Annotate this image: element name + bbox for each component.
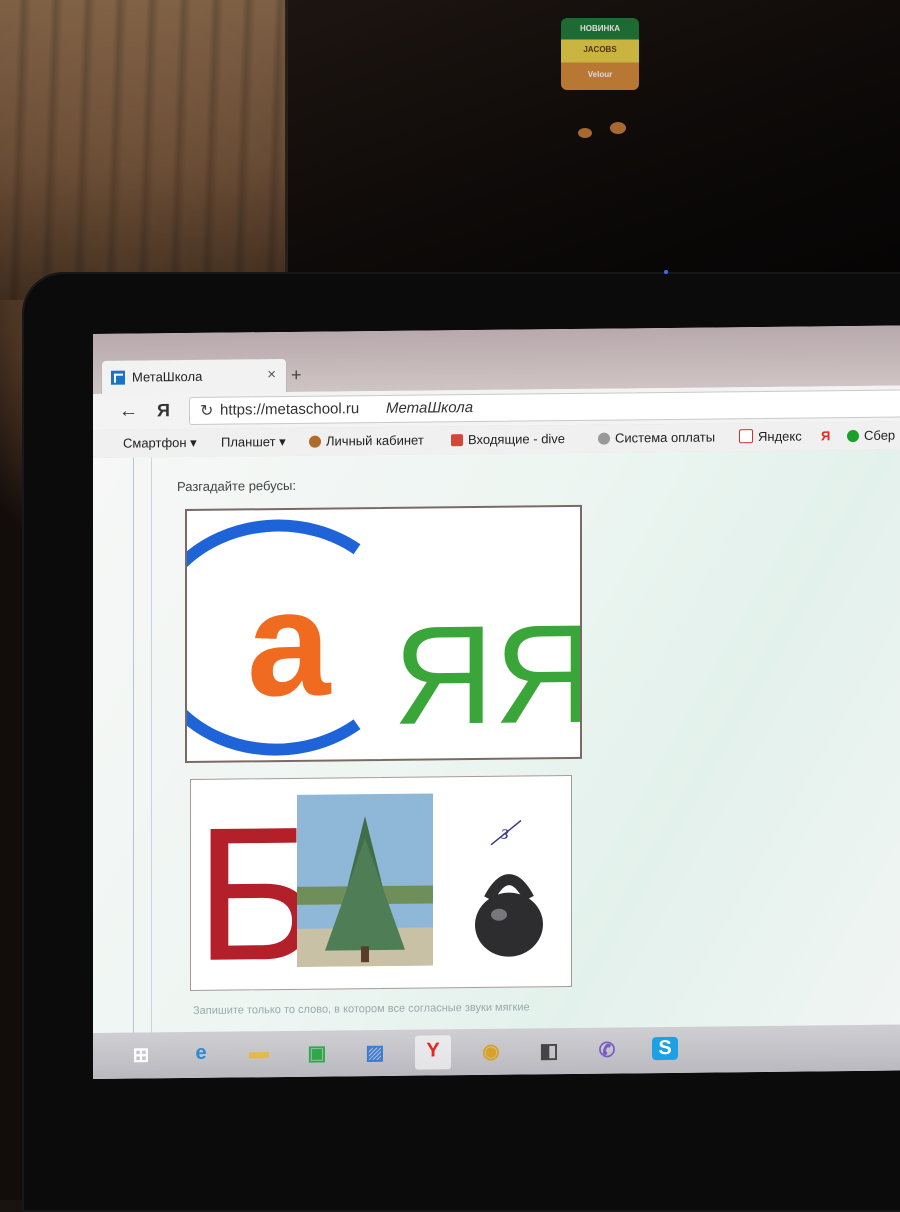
new-tab-button[interactable]: + xyxy=(291,365,302,386)
taskbar-skype[interactable]: S xyxy=(647,1033,683,1067)
taskbar-app[interactable]: ◧ xyxy=(531,1034,567,1068)
webcam-led xyxy=(664,270,668,274)
task-note: Запишите только то слово, в котором все … xyxy=(193,1001,530,1017)
tab-title: МетаШкола xyxy=(132,368,203,385)
store-icon: ▣ xyxy=(307,1042,327,1065)
url-page-title: МетаШкола xyxy=(386,399,474,417)
bookmark-smartphone[interactable]: Смартфон ▾ xyxy=(123,435,197,452)
light-glint xyxy=(578,128,592,138)
taskbar-yandex-browser[interactable]: Y xyxy=(415,1035,451,1070)
bookmark-sber[interactable]: Сбер xyxy=(847,428,895,444)
coffee-jar-label: НОВИНКА JACOBS Velour xyxy=(561,18,639,90)
bookmark-tablet[interactable]: Планшет ▾ xyxy=(221,434,286,451)
yandex-button[interactable]: Я xyxy=(157,400,170,421)
yandex-letter-icon[interactable]: Я xyxy=(821,428,830,443)
laptop-screen: МетаШкола × + ← Я ↻ https://metaschool.r… xyxy=(93,325,900,1079)
bookmark-personal-account[interactable]: Личный кабинет xyxy=(309,433,424,449)
skype-icon: S xyxy=(652,1036,678,1061)
taskbar-store[interactable]: ▣ xyxy=(299,1036,335,1070)
bookmark-label: Входящие - dive xyxy=(468,431,566,448)
light-glint xyxy=(610,122,626,134)
browser-tab[interactable]: МетаШкола × xyxy=(101,357,287,395)
crossed-letter-z: з xyxy=(500,822,509,844)
bookmark-label: Яндекс xyxy=(758,428,802,445)
metaschool-favicon-icon xyxy=(111,370,125,385)
page-margin-line xyxy=(151,457,152,1033)
task-instruction: Разгадайте ребусы: xyxy=(177,477,296,495)
gmail-icon xyxy=(451,434,463,447)
windows-taskbar: ⊞ e ▬ ▣ ▨ Y ◉ ◧ ✆ S xyxy=(93,1024,900,1079)
jar-label-line: JACOBS xyxy=(583,45,617,54)
reload-icon[interactable]: ↻ xyxy=(200,401,213,421)
bookmark-label: Сбер xyxy=(864,427,896,443)
bulb-icon xyxy=(598,432,610,445)
taskbar-photos[interactable]: ▨ xyxy=(357,1036,393,1070)
tab-close-icon[interactable]: × xyxy=(267,366,276,383)
bookmark-yandex[interactable]: Яндекс xyxy=(739,429,802,445)
address-field[interactable]: ↻ https://metaschool.ru МетаШкола xyxy=(189,389,900,425)
bookmark-label: Личный кабинет xyxy=(326,432,424,449)
bookmark-inbox[interactable]: Входящие - dive xyxy=(451,431,565,447)
page-content: Разгадайте ребусы: а ЯЯЯ Б Запишите толь… xyxy=(93,449,900,1033)
app-icon: ◧ xyxy=(539,1040,559,1063)
start-icon: ⊞ xyxy=(132,1044,150,1067)
tail-letters-ya: ЯЯЯ xyxy=(393,594,580,754)
taskbar-ie[interactable]: e xyxy=(183,1038,219,1072)
spruce-tree-image xyxy=(297,793,433,967)
inner-letter-a: а xyxy=(247,559,332,728)
jar-label-line: НОВИНКА xyxy=(580,24,620,33)
pin-icon xyxy=(309,435,321,448)
explorer-icon: ▬ xyxy=(249,1041,269,1064)
jar-label-line: Velour xyxy=(587,70,613,79)
sber-icon xyxy=(847,429,859,443)
rebus-image-1: а ЯЯЯ xyxy=(185,504,582,764)
chrome-icon: ◉ xyxy=(482,1040,500,1063)
kettlebell-image: з xyxy=(475,819,543,957)
taskbar-viber[interactable]: ✆ xyxy=(589,1033,625,1067)
tab-bar: МетаШкола × + xyxy=(93,325,900,395)
yandex-browser-icon: Y xyxy=(426,1039,440,1062)
viber-icon: ✆ xyxy=(598,1039,616,1062)
start-button[interactable]: ⊞ xyxy=(123,1038,159,1072)
bookmark-label: Система оплаты xyxy=(615,429,716,446)
photos-icon: ▨ xyxy=(365,1041,385,1065)
curtain xyxy=(0,0,290,300)
yandex-icon xyxy=(739,429,753,444)
rebus-image-2: Б з xyxy=(190,774,572,991)
ie-icon: e xyxy=(195,1041,207,1064)
taskbar-explorer[interactable]: ▬ xyxy=(241,1037,277,1071)
page-margin-line xyxy=(133,457,134,1033)
cupboard: НОВИНКА JACOBS Velour xyxy=(285,0,900,290)
bookmark-payment-system[interactable]: Система оплаты xyxy=(598,429,716,446)
url-text: https://metaschool.ru xyxy=(220,400,360,419)
taskbar-chrome[interactable]: ◉ xyxy=(473,1035,509,1069)
back-arrow-icon[interactable]: ← xyxy=(119,401,138,423)
